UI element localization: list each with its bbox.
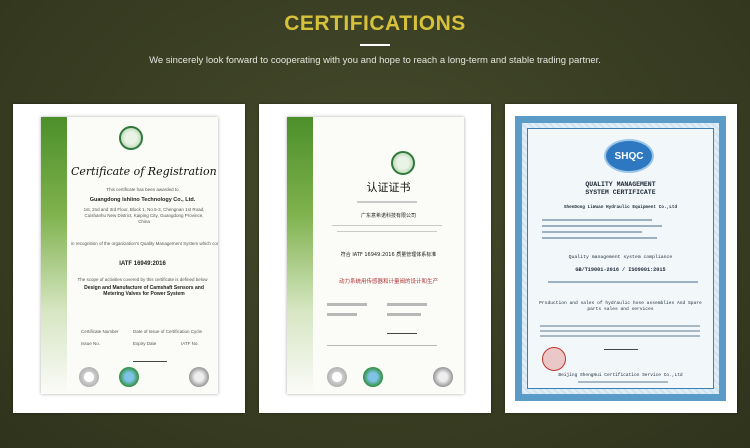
text-placeholder (337, 231, 437, 232)
certificate-heading-line2: SYSTEM CERTIFICATE (585, 189, 656, 196)
signature-line (133, 355, 167, 362)
signature-line (387, 327, 417, 334)
certificate-heading: Certificate of Registration (71, 165, 217, 178)
text-placeholder (542, 231, 642, 233)
standard-line: 符合 IATF 16949:2016 质量管理体系标准 (340, 252, 437, 258)
company-name: ShenDong LiWuan Hydraulic Equipment Co.,… (563, 205, 678, 210)
text-placeholder (387, 313, 421, 316)
green-side-bar (287, 117, 313, 394)
text-placeholder (327, 313, 357, 316)
globe-icon (119, 367, 139, 387)
footer-label: Date of Issue of Certification Cycle (133, 329, 203, 334)
scope-intro: The scope of activities covered by this … (77, 277, 208, 282)
certificate-paper: 认证证书 广东意希诺科技有限公司 符合 IATF 16949:2016 质量管理… (287, 117, 464, 394)
footer-label: Issue No. (81, 341, 101, 346)
text-placeholder (542, 237, 657, 239)
official-stamp-icon (542, 347, 566, 371)
page-subtitle: We sincerely look forward to cooperating… (149, 55, 601, 66)
footer-label: IATF No. (181, 341, 199, 346)
certificate-card-chinese[interactable]: 认证证书 广东意希诺科技有限公司 符合 IATF 16949:2016 质量管理… (259, 104, 491, 413)
certificate-heading: 认证证书 (366, 181, 411, 194)
certificate-paper: SHQC QUALITY MANAGEMENT SYSTEM CERTIFICA… (515, 116, 726, 401)
certification-body-logo-icon (391, 151, 415, 175)
text-placeholder (387, 303, 427, 306)
text-placeholder (540, 325, 700, 327)
certificate-card-english[interactable]: Certificate of Registration This certifi… (13, 104, 245, 413)
text-placeholder (540, 330, 700, 332)
footer-label: Expiry Date (133, 341, 157, 346)
text-placeholder (540, 335, 700, 337)
scope-text: Design and Manufacture of Camshaft Senso… (84, 285, 204, 297)
text-placeholder (357, 201, 417, 203)
recognition-text: in recognition of the organization's Qua… (71, 241, 218, 246)
signature-line (604, 343, 638, 350)
text-placeholder (542, 225, 662, 227)
shqc-logo-icon: SHQC (604, 139, 654, 173)
certification-mark-icon (79, 367, 99, 387)
green-side-bar (41, 117, 67, 394)
text-placeholder (332, 225, 442, 226)
text-placeholder (548, 281, 698, 283)
text-placeholder (327, 303, 367, 306)
iatf-badge-icon (189, 367, 209, 387)
scope-text: 动力系统用传感器和计量阀的设计和生产 (338, 279, 438, 285)
company-address: 1st, 2nd and 3rd Floor, Block 1, No.5-3,… (83, 207, 205, 224)
issuer-name: Beijing ShengHui Certification Service C… (558, 373, 683, 378)
awarded-text: This certificate has been awarded to (106, 187, 179, 192)
text-placeholder (578, 381, 668, 383)
text-placeholder (542, 219, 652, 221)
certificate-heading-line1: QUALITY MANAGEMENT (585, 181, 656, 188)
text-placeholder (327, 345, 437, 346)
company-name: 广东意希诺科技有限公司 (360, 213, 416, 219)
iatf-badge-icon (433, 367, 453, 387)
scope-text: Production and sales of hydraulic hose a… (539, 301, 702, 312)
certification-mark-icon (327, 367, 347, 387)
standard-name: IATF 16949:2016 (119, 261, 166, 267)
certification-body-logo-icon (119, 126, 143, 150)
title-divider (360, 44, 390, 46)
page-title: CERTIFICATIONS (284, 12, 466, 35)
certificate-card-shqc[interactable]: SHQC QUALITY MANAGEMENT SYSTEM CERTIFICA… (505, 104, 737, 413)
company-name: Guangdong Ishiino Technology Co., Ltd. (89, 197, 196, 203)
standard-name: GB/T19001-2016 / ISO9001:2015 (575, 267, 666, 273)
globe-icon (363, 367, 383, 387)
compliance-text: Quality management system compliance (568, 255, 673, 260)
footer-label: Certificate Number (81, 329, 119, 334)
certificate-paper: Certificate of Registration This certifi… (41, 117, 218, 394)
